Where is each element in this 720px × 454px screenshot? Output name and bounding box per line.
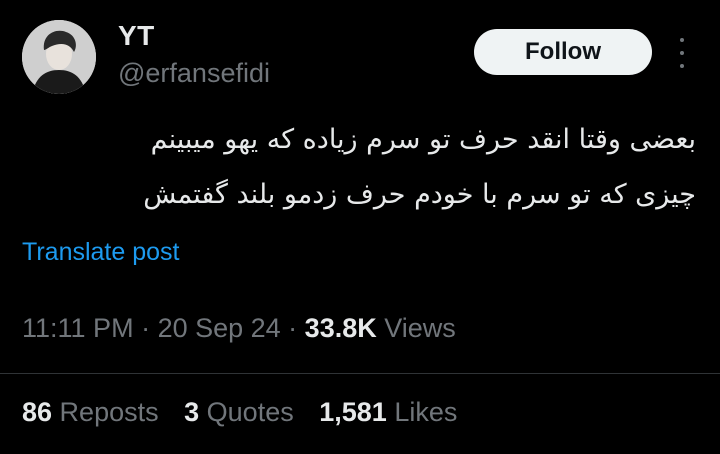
avatar[interactable]: [22, 20, 96, 94]
likes-count: 1,581: [319, 397, 387, 427]
tweet-meta: 11:11 PM · 20 Sep 24 · 33.8K Views: [22, 313, 456, 344]
tweet-time[interactable]: 11:11 PM: [22, 313, 134, 343]
quotes-label: Quotes: [199, 397, 294, 427]
quotes-count: 3: [184, 397, 200, 427]
tweet-line-1: بعضی وقتا انقد حرف تو سرم زیاده که یهو م…: [150, 124, 696, 155]
likes-stat[interactable]: 1,581 Likes: [319, 397, 457, 427]
quotes-stat[interactable]: 3 Quotes: [184, 397, 294, 427]
avatar-photo: [22, 20, 96, 94]
meta-separator: ·: [133, 313, 158, 343]
reposts-count: 86: [22, 397, 53, 427]
reposts-stat[interactable]: 86 Reposts: [22, 397, 159, 427]
tweet-text: بعضی وقتا انقد حرف تو سرم زیاده که یهو م…: [16, 112, 696, 222]
translate-post-link[interactable]: Translate post: [22, 238, 179, 267]
engagement-stats: 86 Reposts 3 Quotes 1,581 Likes: [22, 397, 475, 428]
views-count: 33.8K: [304, 313, 377, 343]
divider: [0, 373, 720, 374]
meta-separator: ·: [280, 313, 305, 343]
follow-button[interactable]: Follow: [474, 29, 652, 75]
tweet-date[interactable]: 20 Sep 24: [158, 313, 281, 343]
reposts-label: Reposts: [52, 397, 159, 427]
likes-label: Likes: [386, 397, 458, 427]
views-label: Views: [376, 313, 456, 343]
more-options-icon[interactable]: [676, 38, 688, 68]
author-display-name[interactable]: YT: [118, 20, 155, 52]
author-handle[interactable]: @erfansefidi: [118, 58, 270, 89]
tweet-line-2: چیزی که تو سرم با خودم حرف زدمو بلند گفت…: [143, 179, 696, 210]
